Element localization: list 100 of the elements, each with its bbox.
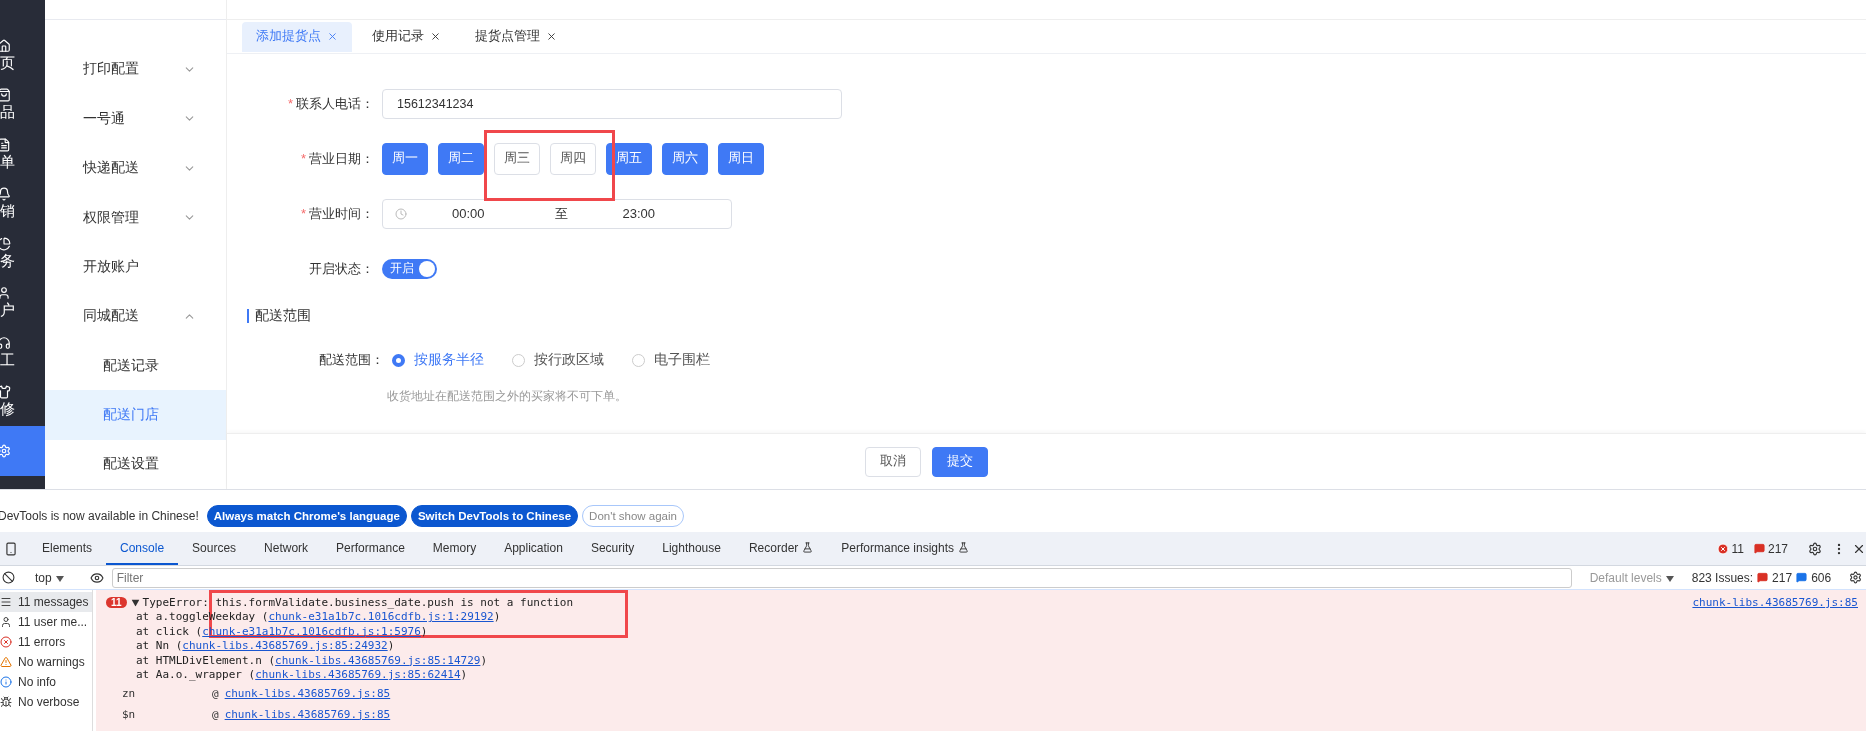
weekday-toggle[interactable]: 周六 xyxy=(662,142,708,175)
error-counter[interactable]: 11 xyxy=(1716,532,1744,565)
page-tab[interactable]: 添加提货点 xyxy=(242,21,352,52)
source-link[interactable]: chunk-libs.43685769.js:85 xyxy=(224,707,391,721)
bug-icon xyxy=(0,696,12,708)
eye-icon[interactable] xyxy=(89,570,104,585)
source-link[interactable]: chunk-libs.43685769.js:85:14729 xyxy=(275,653,481,667)
submenu-item[interactable]: 配送门店 xyxy=(45,390,226,440)
pie-chart-icon xyxy=(0,236,11,251)
section-title: 配送范围 xyxy=(247,309,311,323)
caret-icon xyxy=(1665,575,1674,582)
sidebar-filter[interactable]: No warnings xyxy=(0,652,92,672)
sidebar-filter[interactable]: No info xyxy=(0,672,92,692)
error-icon xyxy=(0,636,12,648)
rail-item[interactable]: 工 xyxy=(0,327,45,377)
sidebar-filter[interactable]: 11 user me... xyxy=(0,612,92,632)
devtools-tab[interactable]: Performance xyxy=(322,532,419,565)
field-label: * 联系人电话： xyxy=(286,94,375,113)
error-message: TypeError: this.formValidate.business_date.push is not a function xyxy=(142,596,574,609)
banner-button[interactable]: Don't show again xyxy=(582,505,684,527)
devtools-tab[interactable]: Memory xyxy=(418,532,491,565)
shirt-icon xyxy=(0,385,11,400)
list-icon xyxy=(0,596,12,608)
weekday-toggle[interactable]: 周四 xyxy=(550,142,596,175)
devtools-tab[interactable]: Recorder xyxy=(734,532,828,565)
triangle-icon[interactable] xyxy=(131,599,140,606)
status-switch[interactable]: 开启 xyxy=(382,258,437,279)
menu-item[interactable]: 一号通 xyxy=(45,94,226,144)
close-icon[interactable] xyxy=(546,31,557,42)
radio-option[interactable]: 按行政区域 xyxy=(512,351,604,369)
menu-item[interactable]: 权限管理 xyxy=(45,192,226,243)
weekday-toggle[interactable]: 周日 xyxy=(718,142,764,175)
phone-field[interactable]: 15612341234 xyxy=(382,88,842,119)
source-link[interactable]: chunk-libs.43685769.js:85 xyxy=(224,686,391,700)
radio-option[interactable]: 电子围栏 xyxy=(632,351,710,369)
bag-icon xyxy=(0,88,11,103)
menu-item[interactable]: 快递配送 xyxy=(45,143,226,193)
issue-counter[interactable]: 217 xyxy=(1753,532,1788,565)
rail-item[interactable]: 务 xyxy=(0,228,45,278)
devtools-tab[interactable]: Lighthouse xyxy=(648,532,735,565)
source-link[interactable]: chunk-libs.43685769.js:85:62414 xyxy=(255,668,461,681)
hint-text: 收货地址在配送范围之外的买家将不可下单。 xyxy=(387,388,627,404)
required-mark: * xyxy=(300,205,306,221)
devtools-tab[interactable]: Elements xyxy=(28,532,107,565)
devtools-tab[interactable]: Console xyxy=(106,532,179,565)
banner-button[interactable]: Switch DevTools to Chinese xyxy=(410,505,579,527)
banner-button[interactable]: Always match Chrome's language xyxy=(206,505,407,527)
issue-icon xyxy=(1753,543,1765,554)
required-mark: * xyxy=(287,95,293,111)
clear-icon[interactable] xyxy=(2,571,15,584)
sidebar-filter[interactable]: 11 messages xyxy=(0,592,92,612)
rail-item[interactable]: 销 xyxy=(0,178,45,228)
source-link[interactable]: chunk-e31a1b7c.1016cdfb.js:1:29192 xyxy=(268,610,494,623)
frame-name: $n xyxy=(122,707,137,721)
field-label: * 营业日期： xyxy=(299,149,375,168)
rail-item[interactable]: 单 xyxy=(0,129,45,179)
devtools-tab[interactable]: Security xyxy=(576,532,649,565)
filter-field[interactable]: Filter xyxy=(111,567,1572,588)
cancel-button[interactable]: 取消 xyxy=(865,446,921,477)
weekday-toggle[interactable]: 周五 xyxy=(606,142,652,175)
source-link[interactable]: chunk-libs.43685769.js:85 xyxy=(1692,596,1858,609)
devtools-tab[interactable]: Performance insights xyxy=(827,532,984,565)
required-mark: * xyxy=(300,150,306,166)
device-icon[interactable] xyxy=(4,541,18,556)
home-icon xyxy=(0,38,11,53)
devtools-tab[interactable]: Application xyxy=(490,532,577,565)
weekday-toggle[interactable]: 周一 xyxy=(382,142,428,175)
settings-icon[interactable] xyxy=(1849,571,1863,584)
sidebar-filter[interactable]: No verbose xyxy=(0,692,92,712)
radio-option[interactable]: 按服务半径 xyxy=(392,351,484,369)
rail-item[interactable]: 页 xyxy=(0,30,45,80)
menu-item[interactable]: 开放账户 xyxy=(45,242,226,292)
close-icon[interactable] xyxy=(430,31,441,42)
rail-item[interactable]: 户 xyxy=(0,277,45,327)
page-tab[interactable]: 使用记录 xyxy=(358,21,455,52)
devtools-tab[interactable]: Sources xyxy=(178,532,251,565)
source-link[interactable]: chunk-libs.43685769.js:85:24932 xyxy=(182,639,388,652)
caret-icon xyxy=(55,575,64,582)
time-range-field[interactable]: 00:00 至 23:00 xyxy=(382,198,732,229)
submit-button[interactable]: 提交 xyxy=(932,446,988,477)
settings-icon[interactable] xyxy=(1808,541,1822,556)
headphones-icon xyxy=(0,335,11,350)
sidebar-filter[interactable]: 11 errors xyxy=(0,632,92,652)
rail-item[interactable]: 修 xyxy=(0,376,45,426)
page-tab[interactable]: 提货点管理 xyxy=(461,21,571,52)
field-label: 开启状态： xyxy=(308,259,375,278)
weekday-toggle[interactable]: 周三 xyxy=(494,142,540,175)
context-select[interactable]: top xyxy=(35,570,64,585)
devtools-tab[interactable]: Network xyxy=(250,532,323,565)
at-sign: @ xyxy=(212,707,219,721)
menu-item[interactable]: 打印配置 xyxy=(45,44,226,95)
issues-summary[interactable]: 823 Issues: 217 606 xyxy=(1691,570,1832,585)
warning-icon xyxy=(0,656,12,668)
rail-item[interactable]: 品 xyxy=(0,79,45,129)
menu-item[interactable]: 同城配送 xyxy=(45,291,226,341)
weekday-toggle[interactable]: 周二 xyxy=(438,142,484,175)
stack-line: at Aa.o._wrapper (chunk-libs.43685769.js:85:62414) xyxy=(135,668,469,683)
error-icon xyxy=(1716,542,1729,555)
field-label: 配送范围： xyxy=(318,351,385,369)
document-icon xyxy=(0,137,11,152)
